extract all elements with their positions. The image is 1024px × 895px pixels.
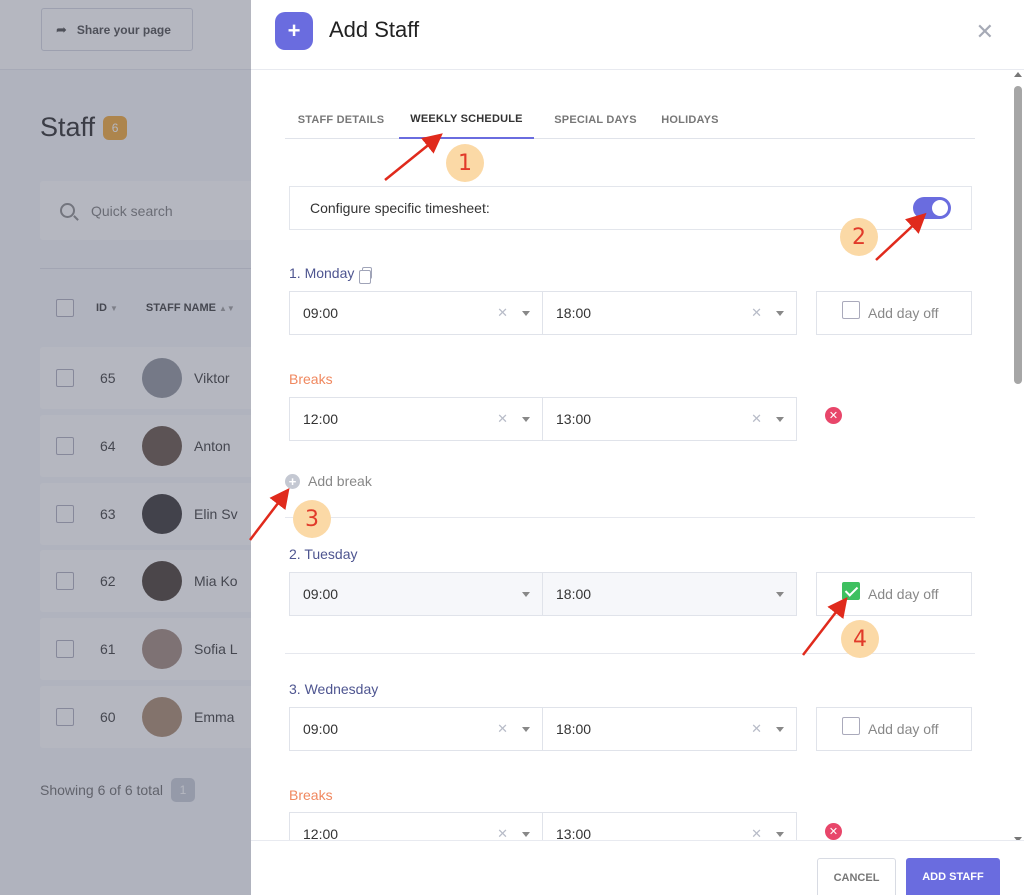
- chevron-down-icon[interactable]: [522, 311, 530, 316]
- chevron-down-icon[interactable]: [522, 727, 530, 732]
- clear-icon[interactable]: ✕: [751, 305, 762, 321]
- wednesday-hours: 09:00 ✕ 18:00 ✕: [289, 707, 797, 751]
- scroll-thumb[interactable]: [1014, 86, 1022, 384]
- tab-special-days[interactable]: SPECIAL DAYS: [543, 100, 648, 139]
- clear-icon[interactable]: ✕: [497, 305, 508, 321]
- monday-day-off[interactable]: Add day off: [816, 291, 972, 335]
- day-off-label: Add day off: [868, 721, 939, 737]
- annotation-2: 2: [840, 218, 878, 256]
- tuesday-hours: 09:00 18:00: [289, 572, 797, 616]
- modal-header: + Add Staff ✕: [251, 0, 1024, 70]
- clear-icon[interactable]: ✕: [751, 721, 762, 737]
- breaks-label: Breaks: [289, 787, 333, 803]
- day-label-wednesday: 3. Wednesday: [289, 681, 378, 697]
- tuesday-end-select[interactable]: 18:00: [542, 572, 797, 616]
- timesheet-label: Configure specific timesheet:: [310, 200, 490, 216]
- add-break-label: Add break: [308, 473, 372, 489]
- chevron-down-icon[interactable]: [522, 417, 530, 422]
- day-label-tuesday: 2. Tuesday: [289, 546, 358, 562]
- add-staff-button[interactable]: ADD STAFF: [906, 858, 1000, 895]
- add-break-button[interactable]: + Add break: [285, 473, 372, 489]
- chevron-down-icon[interactable]: [776, 727, 784, 732]
- plus-icon: +: [275, 12, 313, 50]
- chevron-down-icon[interactable]: [776, 311, 784, 316]
- tab-staff-details[interactable]: STAFF DETAILS: [285, 100, 397, 139]
- monday-end-select[interactable]: 18:00 ✕: [542, 291, 797, 335]
- scrollbar[interactable]: [1014, 72, 1022, 842]
- breaks-label: Breaks: [289, 371, 333, 387]
- chevron-down-icon[interactable]: [522, 592, 530, 597]
- day-off-checkbox[interactable]: [842, 717, 860, 735]
- plus-circle-icon: +: [285, 473, 300, 489]
- day-name: 3. Wednesday: [289, 681, 379, 697]
- chevron-down-icon[interactable]: [776, 417, 784, 422]
- divider: [285, 517, 975, 518]
- tuesday-day-off[interactable]: Add day off: [816, 572, 972, 616]
- tuesday-start-select[interactable]: 09:00: [289, 572, 543, 616]
- tab-bar: STAFF DETAILS WEEKLY SCHEDULE SPECIAL DA…: [285, 100, 975, 139]
- monday-break: 12:00 ✕ 13:00 ✕: [289, 397, 797, 441]
- day-name: 2. Tuesday: [289, 546, 358, 562]
- break-end-value: 13:00: [556, 411, 592, 427]
- monday-hours: 09:00 ✕ 18:00 ✕: [289, 291, 797, 335]
- end-time-value: 18:00: [556, 721, 592, 737]
- remove-break-icon[interactable]: ✕: [825, 407, 842, 424]
- wednesday-day-off[interactable]: Add day off: [816, 707, 972, 751]
- chevron-down-icon[interactable]: [776, 592, 784, 597]
- monday-break-end-select[interactable]: 13:00 ✕: [542, 397, 797, 441]
- start-time-value: 09:00: [303, 721, 339, 737]
- add-staff-modal: + Add Staff ✕ STAFF DETAILS WEEKLY SCHED…: [251, 0, 1024, 895]
- chevron-down-icon[interactable]: [776, 832, 784, 837]
- tab-weekly-schedule[interactable]: WEEKLY SCHEDULE: [399, 100, 534, 139]
- modal-title: Add Staff: [329, 17, 420, 42]
- day-off-label: Add day off: [868, 305, 939, 321]
- timesheet-toggle[interactable]: [913, 197, 951, 219]
- start-time-value: 09:00: [303, 305, 339, 321]
- start-time-value: 09:00: [303, 586, 339, 602]
- monday-start-select[interactable]: 09:00 ✕: [289, 291, 543, 335]
- day-name: 1. Monday: [289, 265, 355, 281]
- cancel-button[interactable]: CANCEL: [817, 858, 896, 895]
- wednesday-end-select[interactable]: 18:00 ✕: [542, 707, 797, 751]
- monday-break-start-select[interactable]: 12:00 ✕: [289, 397, 543, 441]
- day-off-label: Add day off: [868, 586, 939, 602]
- day-off-checkbox[interactable]: [842, 582, 860, 600]
- annotation-4: 4: [841, 620, 879, 658]
- remove-break-icon[interactable]: ✕: [825, 823, 842, 840]
- modal-footer: CANCEL ADD STAFF: [251, 840, 1024, 895]
- end-time-value: 18:00: [556, 586, 592, 602]
- end-time-value: 18:00: [556, 305, 592, 321]
- clear-icon[interactable]: ✕: [751, 411, 762, 427]
- copy-icon[interactable]: [359, 267, 373, 284]
- annotation-3: 3: [293, 500, 331, 538]
- day-off-checkbox[interactable]: [842, 301, 860, 319]
- clear-icon[interactable]: ✕: [497, 411, 508, 427]
- wednesday-start-select[interactable]: 09:00 ✕: [289, 707, 543, 751]
- tab-holidays[interactable]: HOLIDAYS: [655, 100, 725, 139]
- day-label-monday: 1. Monday: [289, 265, 373, 284]
- scroll-up-icon[interactable]: [1014, 72, 1022, 77]
- break-start-value: 12:00: [303, 411, 339, 427]
- chevron-down-icon[interactable]: [522, 832, 530, 837]
- clear-icon[interactable]: ✕: [497, 721, 508, 737]
- annotation-1: 1: [446, 144, 484, 182]
- close-icon[interactable]: ✕: [976, 19, 994, 45]
